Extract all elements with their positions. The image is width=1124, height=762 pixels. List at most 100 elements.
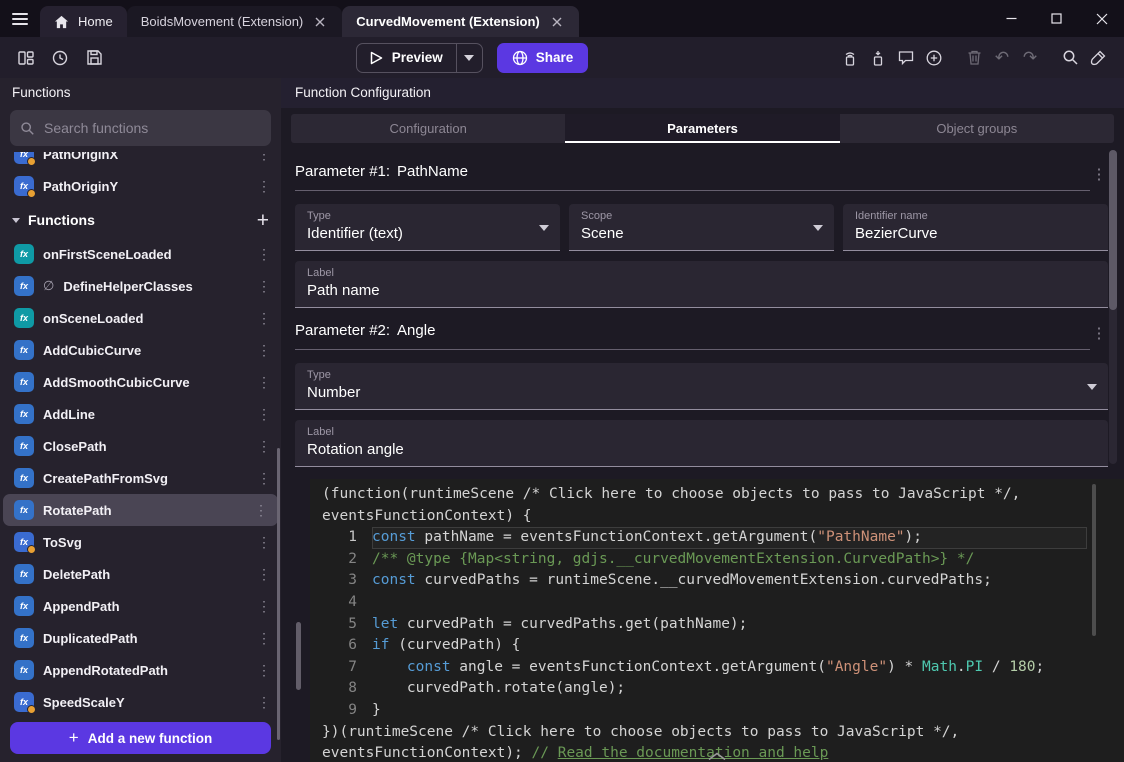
function-item-addsmoothcubiccurve[interactable]: fxAddSmoothCubicCurve⋮ bbox=[0, 366, 281, 398]
function-item-speedscaley[interactable]: fxSpeedScaleY⋮ bbox=[0, 686, 281, 718]
code-line-1[interactable]: 1const pathName = eventsFunctionContext.… bbox=[310, 527, 1124, 549]
code-line-9[interactable]: 9} bbox=[310, 700, 1124, 722]
maximize-button[interactable] bbox=[1034, 0, 1079, 37]
code-line-4[interactable]: 4 bbox=[310, 592, 1124, 614]
param2-label-input[interactable]: Label Rotation angle bbox=[295, 420, 1108, 467]
function-item-addcubiccurve[interactable]: fxAddCubicCurve⋮ bbox=[0, 334, 281, 366]
item-menu-icon[interactable]: ⋮ bbox=[255, 566, 273, 583]
tab-configuration[interactable]: Configuration bbox=[291, 114, 565, 143]
plus-circle-icon[interactable] bbox=[920, 44, 948, 72]
item-menu-icon[interactable]: ⋮ bbox=[255, 662, 273, 679]
parameters-scrollbar-thumb[interactable] bbox=[1109, 150, 1117, 310]
parameter-name-input[interactable]: PathName bbox=[397, 163, 468, 180]
item-menu-icon[interactable]: ⋮ bbox=[255, 470, 273, 487]
item-menu-icon[interactable]: ⋮ bbox=[255, 598, 273, 615]
tab-home[interactable]: Home bbox=[40, 6, 127, 37]
preview-button-main[interactable]: Preview bbox=[357, 44, 456, 72]
item-menu-icon[interactable]: ⋮ bbox=[255, 694, 273, 711]
search-toolbar-icon[interactable] bbox=[1056, 44, 1084, 72]
item-menu-icon[interactable]: ⋮ bbox=[255, 374, 273, 391]
param1-identifier-input[interactable]: Identifier name BezierCurve bbox=[843, 204, 1108, 251]
code-line-8[interactable]: 8 curvedPath.rotate(angle); bbox=[310, 678, 1124, 700]
function-item-pathoriginx[interactable]: fxPathOriginX⋮ bbox=[0, 152, 281, 170]
share-button[interactable]: Share bbox=[497, 43, 589, 73]
code-line-6[interactable]: 6if (curvedPath) { bbox=[310, 635, 1124, 657]
item-menu-icon[interactable]: ⋮ bbox=[255, 178, 273, 195]
add-new-function-button[interactable]: + Add a new function bbox=[10, 722, 271, 754]
field-label: Scope bbox=[581, 210, 822, 222]
code-line-7[interactable]: 7 const angle = eventsFunctionContext.ge… bbox=[310, 657, 1124, 679]
chevron-up-icon[interactable] bbox=[707, 752, 727, 761]
main-menu-button[interactable] bbox=[0, 0, 40, 37]
history-icon[interactable] bbox=[46, 44, 74, 72]
field-label: Type bbox=[307, 369, 1096, 381]
undo-icon[interactable]: ↶ bbox=[988, 44, 1016, 72]
sidebar-scrollbar[interactable] bbox=[277, 448, 280, 740]
function-item-deletepath[interactable]: fxDeletePath⋮ bbox=[0, 558, 281, 590]
theme-brush-icon[interactable] bbox=[1084, 44, 1112, 72]
function-item-onfirstsceneloaded[interactable]: fxonFirstSceneLoaded⋮ bbox=[0, 238, 281, 270]
preview-button[interactable]: Preview bbox=[356, 43, 483, 73]
function-item-duplicatedpath[interactable]: fxDuplicatedPath⋮ bbox=[0, 622, 281, 654]
function-item-tosvg[interactable]: fxToSvg⋮ bbox=[0, 526, 281, 558]
network-preview-icon[interactable] bbox=[836, 44, 864, 72]
save-icon[interactable] bbox=[80, 44, 108, 72]
documentation-link[interactable]: Read the documentation and help bbox=[558, 745, 829, 761]
function-item-createpathfromsvg[interactable]: fxCreatePathFromSvg⋮ bbox=[0, 462, 281, 494]
param1-scope-select[interactable]: Scope Scene bbox=[569, 204, 834, 251]
parameter-menu-icon[interactable]: ⋮ bbox=[1090, 165, 1108, 191]
function-item-rotatepath[interactable]: fxRotatePath⋮ bbox=[3, 494, 278, 526]
parameter-menu-icon[interactable]: ⋮ bbox=[1090, 324, 1108, 350]
redo-icon[interactable]: ↷ bbox=[1016, 44, 1044, 72]
function-item-appendrotatedpath[interactable]: fxAppendRotatedPath⋮ bbox=[0, 654, 281, 686]
item-menu-icon[interactable]: ⋮ bbox=[255, 630, 273, 647]
functions-section-header[interactable]: Functions + bbox=[0, 202, 281, 238]
section-label: Functions bbox=[28, 212, 249, 228]
remote-debug-icon[interactable] bbox=[864, 44, 892, 72]
function-item-closepath[interactable]: fxClosePath⋮ bbox=[0, 430, 281, 462]
search-functions-input[interactable] bbox=[44, 120, 261, 136]
code-scrollbar[interactable] bbox=[1092, 484, 1096, 636]
item-menu-icon[interactable]: ⋮ bbox=[255, 246, 273, 263]
parameter-name-input[interactable]: Angle bbox=[397, 322, 435, 339]
close-window-button[interactable] bbox=[1079, 0, 1124, 37]
item-menu-icon[interactable]: ⋮ bbox=[255, 406, 273, 423]
item-menu-icon[interactable]: ⋮ bbox=[255, 278, 273, 295]
close-tab-icon[interactable] bbox=[312, 14, 328, 30]
item-menu-icon[interactable]: ⋮ bbox=[255, 534, 273, 551]
tab-boidsmovement[interactable]: BoidsMovement (Extension) bbox=[127, 6, 343, 37]
close-tab-icon[interactable] bbox=[549, 14, 565, 30]
item-menu-icon[interactable]: ⋮ bbox=[255, 310, 273, 327]
minimize-button[interactable] bbox=[989, 0, 1034, 37]
tab-parameters[interactable]: Parameters bbox=[565, 114, 839, 143]
param1-label-input[interactable]: Label Path name bbox=[295, 261, 1108, 308]
trash-icon[interactable] bbox=[960, 44, 988, 72]
preview-options-button[interactable] bbox=[456, 44, 482, 72]
code-line-3[interactable]: 3const curvedPaths = runtimeScene.__curv… bbox=[310, 570, 1124, 592]
item-menu-icon[interactable]: ⋮ bbox=[255, 342, 273, 359]
function-action-icon: fx bbox=[14, 628, 34, 648]
javascript-code-editor[interactable]: (function(runtimeScene /* Click here to … bbox=[310, 479, 1124, 762]
item-menu-icon[interactable]: ⋮ bbox=[252, 502, 270, 519]
field-value: BezierCurve bbox=[855, 225, 1096, 242]
collapse-section-icon[interactable] bbox=[12, 218, 20, 223]
feedback-icon[interactable] bbox=[892, 44, 920, 72]
code-line-2[interactable]: 2/** @type {Map<string, gdjs.__curvedMov… bbox=[310, 549, 1124, 571]
project-manager-icon[interactable] bbox=[12, 44, 40, 72]
function-item-definehelperclasses[interactable]: fx∅DefineHelperClasses⋮ bbox=[0, 270, 281, 302]
function-item-onsceneloaded[interactable]: fxonSceneLoaded⋮ bbox=[0, 302, 281, 334]
search-functions-box[interactable] bbox=[10, 110, 271, 146]
parameters-scrollbar-track[interactable] bbox=[1109, 150, 1117, 464]
function-item-appendpath[interactable]: fxAppendPath⋮ bbox=[0, 590, 281, 622]
code-line-5[interactable]: 5let curvedPath = curvedPaths.get(pathNa… bbox=[310, 614, 1124, 636]
item-menu-icon[interactable]: ⋮ bbox=[255, 152, 273, 163]
tab-curvedmovement[interactable]: CurvedMovement (Extension) bbox=[342, 6, 578, 37]
param1-type-select[interactable]: Type Identifier (text) bbox=[295, 204, 560, 251]
add-function-icon[interactable]: + bbox=[257, 210, 269, 231]
item-menu-icon[interactable]: ⋮ bbox=[255, 438, 273, 455]
function-item-addline[interactable]: fxAddLine⋮ bbox=[0, 398, 281, 430]
panel-resize-handle[interactable] bbox=[296, 622, 301, 690]
tab-object-groups[interactable]: Object groups bbox=[840, 114, 1114, 143]
function-item-pathoriginy[interactable]: fxPathOriginY⋮ bbox=[0, 170, 281, 202]
param2-type-select[interactable]: Type Number bbox=[295, 363, 1108, 410]
